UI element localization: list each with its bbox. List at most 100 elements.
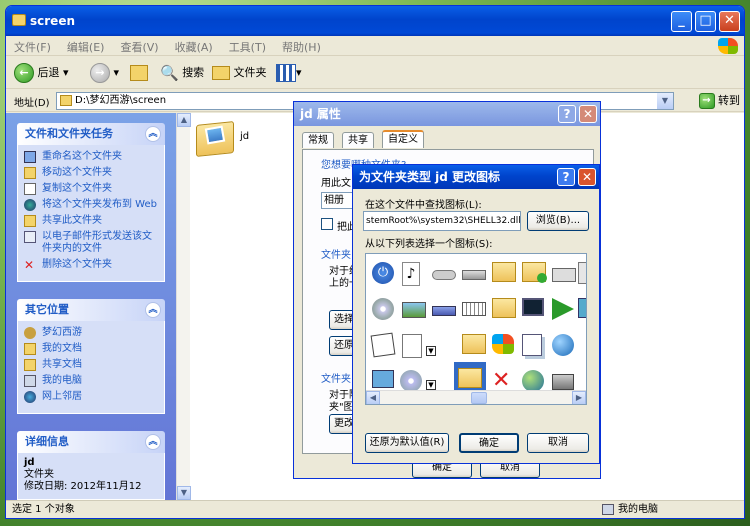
dvd-icon[interactable]	[372, 298, 400, 328]
network-icon	[24, 391, 36, 403]
go-button[interactable]: → 转到	[698, 92, 740, 110]
icon-list[interactable]: ⏻ ♪ ▼ ▼ ✕ ◀ ▶	[365, 253, 587, 405]
task-pane-scrollbar[interactable]: ▲ ▼	[176, 113, 191, 500]
place-my-documents[interactable]: 我的文档	[24, 343, 158, 355]
browse-label: 浏览(B)...	[535, 215, 581, 226]
properties-close-button[interactable]: ✕	[579, 105, 597, 123]
menu-favorites[interactable]: 收藏(A)	[167, 36, 221, 55]
file-tasks-header[interactable]: 文件和文件夹任务 ︽	[17, 123, 165, 145]
globe-icon[interactable]	[552, 334, 580, 364]
place-mhxy[interactable]: 梦幻西游	[24, 327, 158, 339]
folders-button[interactable]: 文件夹	[212, 61, 267, 85]
scroll-thumb[interactable]	[471, 392, 487, 404]
restore-defaults-button[interactable]: 还原为默认值(R)	[365, 433, 449, 453]
small-arrow-icon[interactable]: ▼	[426, 346, 454, 376]
menu-file[interactable]: 文件(F)	[6, 36, 59, 55]
task-share[interactable]: 共享此文件夹	[24, 215, 158, 227]
task-delete[interactable]: ✕ 删除这个文件夹	[24, 259, 158, 271]
menu-edit[interactable]: 编辑(E)	[59, 36, 113, 55]
scroll-up-icon[interactable]: ▲	[177, 113, 191, 127]
monitor-icon[interactable]	[522, 298, 550, 328]
properties-title-bar[interactable]: jd 属性 ? ✕	[294, 102, 600, 126]
change-icon-dialog: 为文件夹类型 jd 更改图标 ? ✕ 在这个文件中查找图标(L): stemRo…	[352, 164, 600, 464]
address-label: 地址(D)	[14, 98, 50, 109]
place-network[interactable]: 网上邻居	[24, 391, 158, 403]
address-dropdown-icon[interactable]: ▼	[657, 93, 673, 109]
place-shared-documents[interactable]: 共享文档	[24, 359, 158, 371]
collapse-icon[interactable]: ︽	[145, 126, 161, 142]
search-button[interactable]: 🔍 搜索	[160, 61, 204, 85]
collapse-icon[interactable]: ︽	[145, 302, 161, 318]
keyboard-icon[interactable]	[462, 298, 490, 328]
task-publish[interactable]: 将这个文件夹发布到 Web	[24, 199, 158, 211]
open-folder-icon[interactable]	[492, 262, 520, 292]
menu-help[interactable]: 帮助(H)	[274, 36, 329, 55]
address-value: D:\梦幻西游\screen	[75, 95, 167, 106]
windows-flag-icon[interactable]	[492, 334, 520, 364]
place-my-computer[interactable]: 我的电脑	[24, 375, 158, 387]
task-publish-label: 将这个文件夹发布到 Web	[42, 199, 157, 210]
tab-general[interactable]: 常规	[302, 132, 334, 148]
task-move[interactable]: 移动这个文件夹	[24, 167, 158, 179]
tab-customize[interactable]: 自定义	[382, 130, 424, 148]
menu-tools[interactable]: 工具(T)	[221, 36, 274, 55]
icon-file-value: stemRoot%\system32\SHELL32.dll	[366, 216, 521, 226]
folder-photo-icon[interactable]	[462, 334, 490, 364]
views-button[interactable]: ▾	[276, 61, 302, 85]
collapse-icon[interactable]: ︽	[145, 434, 161, 450]
apply-subfolders-checkbox[interactable]	[321, 218, 333, 230]
drive-icon[interactable]	[462, 262, 490, 292]
help-button[interactable]: ?	[557, 168, 575, 186]
file-tasks-body: 重命名这个文件夹 移动这个文件夹 复制这个文件夹 将这个文件夹发布到 Web 共…	[17, 145, 165, 282]
move-icon	[24, 167, 36, 179]
scroll-left-icon[interactable]: ◀	[366, 391, 380, 404]
printer-icon[interactable]	[552, 262, 580, 292]
browse-button[interactable]: 浏览(B)...	[527, 211, 589, 231]
change-icon-title-bar[interactable]: 为文件夹类型 jd 更改图标 ? ✕	[353, 165, 599, 189]
window-icon[interactable]	[578, 298, 586, 328]
details-header[interactable]: 详细信息 ︽	[17, 431, 165, 453]
help-button[interactable]: ?	[558, 105, 576, 123]
back-button[interactable]: ← 后退 ▾	[14, 61, 69, 85]
ok-button[interactable]: 确定	[459, 433, 519, 453]
change-icon-close-button[interactable]: ✕	[578, 168, 596, 186]
network-folder-icon[interactable]	[522, 262, 550, 292]
power-icon[interactable]: ⏻	[372, 262, 400, 292]
copy-docs-icon[interactable]	[522, 334, 550, 364]
select-label: 从以下列表选择一个图标(S):	[365, 239, 493, 250]
title-bar[interactable]: screen _ □ ✕	[6, 6, 744, 36]
scanner-icon[interactable]	[432, 298, 460, 328]
music-file-icon[interactable]: ♪	[402, 262, 430, 292]
scroll-right-icon[interactable]: ▶	[572, 391, 586, 404]
menu-view[interactable]: 查看(V)	[112, 36, 166, 55]
props-text6: 夹"图	[329, 402, 354, 413]
up-folder-button[interactable]	[130, 61, 148, 85]
tab-sharing[interactable]: 共享	[342, 132, 374, 148]
place-shared-documents-label: 共享文档	[42, 359, 82, 370]
icon-file-input[interactable]: stemRoot%\system32\SHELL32.dll	[363, 211, 521, 231]
maximize-button[interactable]: □	[695, 11, 716, 32]
mouse-icon[interactable]	[432, 262, 460, 292]
folder-icon	[12, 14, 26, 26]
task-copy-label: 复制这个文件夹	[42, 183, 112, 194]
task-copy[interactable]: 复制这个文件夹	[24, 183, 158, 195]
task-email[interactable]: 以电子邮件形式发送该文件夹内的文件	[24, 231, 158, 255]
recycle-bin-icon[interactable]	[578, 262, 586, 292]
documents-icon[interactable]	[370, 332, 400, 364]
photos-icon[interactable]	[402, 298, 430, 328]
close-button[interactable]: ✕	[719, 11, 740, 32]
forward-button[interactable]: → ▾	[90, 61, 119, 85]
other-places-body: 梦幻西游 我的文档 共享文档 我的电脑 网上邻居	[17, 321, 165, 414]
minimize-button[interactable]: _	[671, 11, 692, 32]
task-rename[interactable]: 重命名这个文件夹	[24, 151, 158, 163]
other-places-header[interactable]: 其它位置 ︽	[17, 299, 165, 321]
folder-doc-icon[interactable]	[492, 298, 520, 328]
status-left: 选定 1 个对象	[12, 504, 75, 515]
folder-item-jd[interactable]: jd	[196, 117, 256, 161]
icon-list-scrollbar[interactable]: ◀ ▶	[366, 390, 586, 404]
play-icon[interactable]	[552, 298, 580, 328]
scroll-down-icon[interactable]: ▼	[177, 486, 191, 500]
cancel-button[interactable]: 取消	[527, 433, 589, 453]
look-label: 在这个文件中查找图标(L):	[365, 200, 482, 211]
folders-label: 文件夹	[233, 66, 267, 79]
